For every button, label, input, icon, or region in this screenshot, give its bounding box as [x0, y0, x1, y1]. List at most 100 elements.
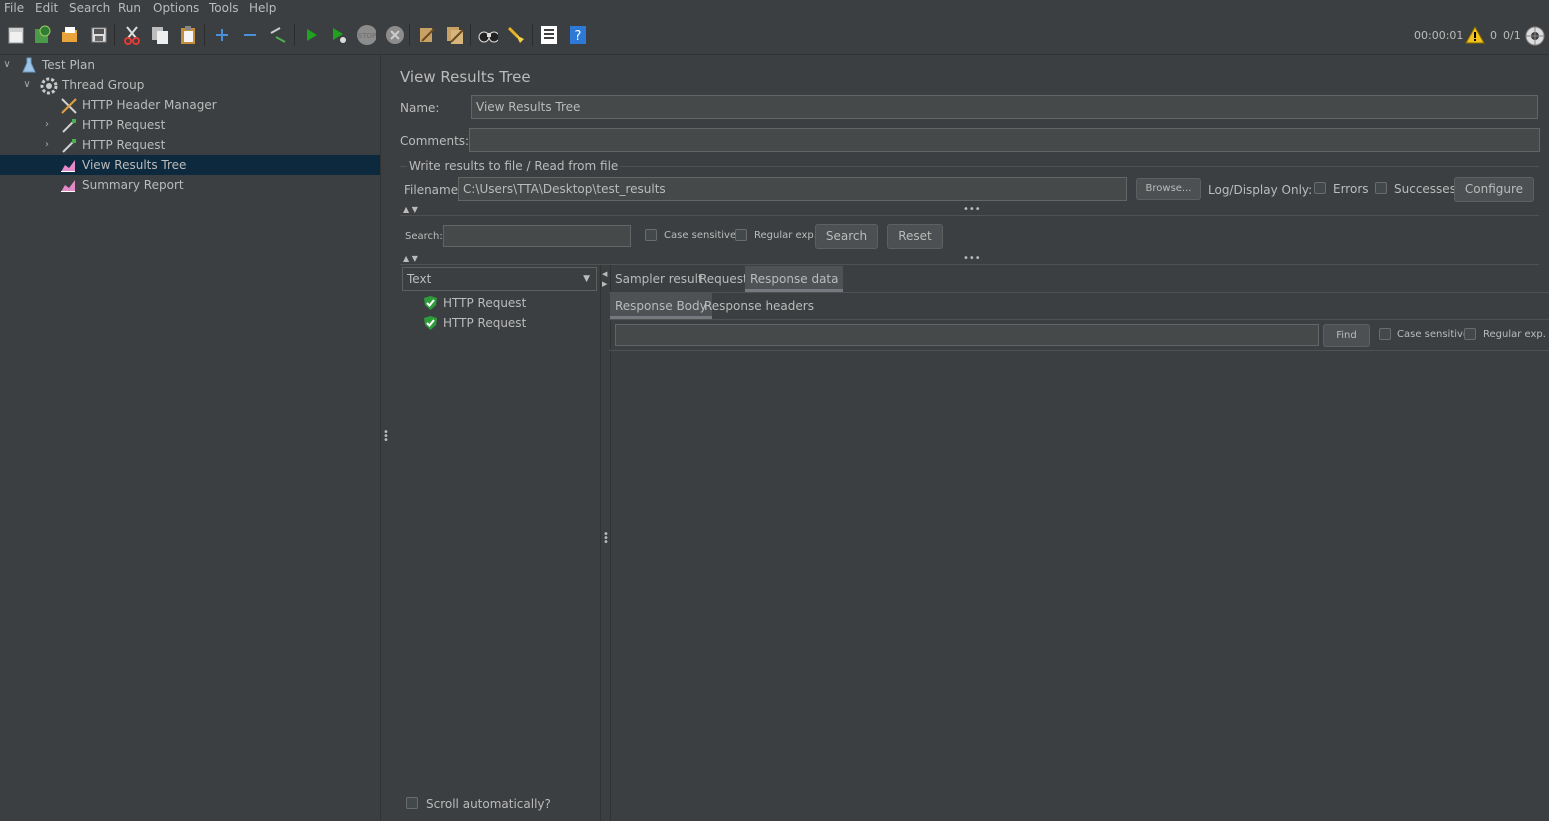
warning-icon[interactable] — [1465, 25, 1485, 46]
menu-run[interactable]: Run — [118, 0, 141, 16]
help-icon[interactable]: ? — [568, 25, 588, 45]
tools-icon — [60, 97, 77, 114]
scroll-auto-label: Scroll automatically? — [426, 797, 551, 811]
clear-all-icon[interactable] — [445, 25, 465, 45]
pipette-icon — [60, 137, 76, 153]
start-no-pauses-icon[interactable] — [329, 25, 349, 45]
tree-label: HTTP Request — [82, 118, 166, 132]
menu-edit[interactable]: Edit — [35, 0, 58, 16]
subtab-response-headers[interactable]: Response headers — [699, 293, 819, 319]
svg-text:STOP: STOP — [358, 32, 376, 40]
reset-search-icon[interactable] — [506, 25, 526, 45]
tree-label: View Results Tree — [82, 158, 187, 172]
shutdown-icon[interactable] — [385, 25, 405, 45]
successes-checkbox[interactable] — [1375, 182, 1387, 194]
open-icon[interactable] — [60, 25, 80, 45]
menu-options[interactable]: Options — [153, 0, 199, 16]
splitter-grip-icon[interactable]: ••• — [963, 205, 981, 215]
search-button[interactable]: Search — [815, 224, 878, 249]
menu-search[interactable]: Search — [69, 0, 110, 16]
toolbar-separator — [204, 24, 205, 46]
find-input[interactable] — [615, 324, 1319, 346]
comments-label: Comments: — [400, 134, 470, 148]
function-helper-icon[interactable] — [539, 25, 559, 45]
tree-item-summary-report[interactable]: Summary Report — [0, 175, 380, 195]
pipette-icon — [60, 117, 76, 133]
menu-file[interactable]: File — [4, 0, 24, 16]
tab-response-data[interactable]: Response data — [745, 266, 844, 292]
collapse-all-icon[interactable] — [240, 25, 260, 45]
expand-all-icon[interactable] — [212, 25, 232, 45]
search-input[interactable] — [443, 225, 631, 247]
scroll-auto-checkbox[interactable] — [406, 797, 418, 809]
chart-icon — [60, 177, 76, 193]
menu-tools[interactable]: Tools — [209, 0, 239, 16]
reset-button[interactable]: Reset — [887, 224, 943, 249]
toolbar-separator — [470, 24, 471, 46]
chevron-down-icon[interactable]: ∨ — [2, 55, 12, 75]
renderer-select[interactable]: Text ▼ — [402, 267, 597, 291]
splitter-grip-icon[interactable]: ••• — [963, 254, 981, 264]
errors-label: Errors — [1333, 182, 1369, 196]
configure-button[interactable]: Configure — [1454, 177, 1534, 202]
collapse-arrows-icon[interactable]: ▲ ▼ — [403, 205, 418, 214]
menu-help[interactable]: Help — [249, 0, 276, 16]
test-plan-tree: ∨ Test Plan ∨ Thread Group HTTP Header M… — [0, 55, 380, 821]
filename-field[interactable]: C:\Users\TTA\Desktop\test_results — [458, 177, 1127, 201]
toolbar-separator — [409, 24, 410, 46]
templates-icon[interactable] — [32, 25, 52, 45]
sample-item[interactable]: HTTP Request — [443, 296, 526, 310]
save-icon[interactable] — [89, 25, 109, 45]
paste-icon[interactable] — [178, 25, 198, 45]
chevron-down-icon[interactable]: ▼ — [583, 268, 590, 290]
response-body-area[interactable] — [610, 351, 1549, 821]
comments-field[interactable] — [469, 128, 1540, 152]
successes-label: Successes — [1394, 182, 1456, 196]
errors-checkbox[interactable] — [1314, 182, 1326, 194]
search-case-sensitive-checkbox[interactable] — [645, 229, 657, 241]
tree-item-thread-group[interactable]: ∨ Thread Group — [0, 75, 380, 95]
tree-label: HTTP Header Manager — [82, 98, 217, 112]
tree-item-test-plan[interactable]: ∨ Test Plan — [0, 55, 380, 75]
find-regex-label: Regular exp. — [1483, 329, 1546, 340]
toolbar: STOP ? 00:00:01 0 0/1 — [0, 16, 1549, 55]
chart-icon — [60, 157, 76, 173]
chevron-down-icon[interactable]: ∨ — [22, 75, 32, 95]
tree-label: Test Plan — [42, 58, 95, 72]
tree-item-http-request[interactable]: › HTTP Request — [0, 135, 380, 155]
sample-item[interactable]: HTTP Request — [443, 316, 526, 330]
browse-button[interactable]: Browse... — [1136, 178, 1201, 200]
toggle-icon[interactable] — [268, 25, 288, 45]
copy-icon[interactable] — [150, 25, 170, 45]
stop-icon[interactable]: STOP — [356, 25, 376, 45]
find-regex-checkbox[interactable] — [1464, 328, 1476, 340]
tree-item-http-request[interactable]: › HTTP Request — [0, 115, 380, 135]
find-button[interactable]: Find — [1323, 324, 1370, 347]
name-field[interactable]: View Results Tree — [471, 95, 1538, 119]
search-regex-checkbox[interactable] — [735, 229, 747, 241]
log-display-label: Log/Display Only: — [1208, 183, 1313, 197]
find-case-sensitive-checkbox[interactable] — [1379, 328, 1391, 340]
clear-icon[interactable] — [417, 25, 437, 45]
start-icon[interactable] — [301, 25, 321, 45]
tree-item-http-header-manager[interactable]: HTTP Header Manager — [0, 95, 380, 115]
subtab-response-body[interactable]: Response Body — [610, 293, 712, 319]
remote-status-icon — [1525, 26, 1545, 46]
tree-item-view-results-tree[interactable]: View Results Tree — [0, 155, 380, 175]
tree-label: Thread Group — [62, 78, 145, 92]
menubar: File Edit Search Run Options Tools Help — [0, 0, 1549, 16]
chevron-right-icon[interactable]: › — [42, 135, 52, 155]
collapse-arrows-icon[interactable]: ▲ ▼ — [403, 254, 418, 263]
splitter-grip-icon[interactable]: ••• — [603, 530, 609, 548]
filename-label: Filename — [404, 183, 459, 197]
name-label: Name: — [400, 101, 440, 115]
toolbar-separator — [294, 24, 295, 46]
tab-request[interactable]: Request — [694, 266, 753, 292]
chevron-right-icon[interactable]: › — [42, 115, 52, 135]
collapse-arrows-icon[interactable]: ◀ ▶ — [602, 269, 607, 289]
splitter-grip-icon[interactable]: ••• — [383, 428, 389, 446]
toolbar-separator — [114, 24, 115, 46]
new-icon[interactable] — [6, 25, 26, 45]
search-binoculars-icon[interactable] — [478, 25, 498, 45]
cut-icon[interactable] — [122, 25, 142, 45]
